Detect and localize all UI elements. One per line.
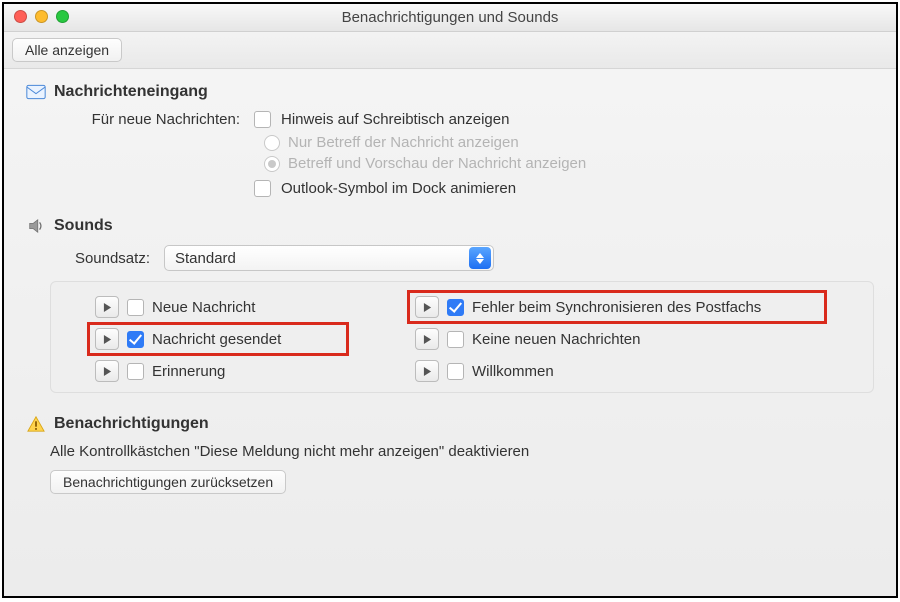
toolbar: Alle anzeigen (4, 32, 896, 69)
checkbox-desktop-notice-label: Hinweis auf Schreibtisch anzeigen (281, 111, 509, 128)
checkbox-animate-dock[interactable] (254, 180, 271, 197)
radio-subject-preview (264, 156, 280, 172)
close-icon[interactable] (14, 10, 27, 23)
window-controls (14, 10, 69, 23)
checkbox-erinnerung[interactable] (127, 363, 144, 380)
section-sounds-title: Sounds (54, 217, 113, 235)
show-all-button[interactable]: Alle anzeigen (12, 38, 122, 62)
titlebar: Benachrichtigungen und Sounds (4, 4, 896, 32)
play-button[interactable] (415, 296, 439, 318)
section-incoming-header: Nachrichteneingang (26, 83, 874, 101)
sound-label: Willkommen (472, 363, 554, 380)
checkbox-desktop-notice[interactable] (254, 111, 271, 128)
radio-subject-preview-label: Betreff und Vorschau der Nachricht anzei… (288, 155, 586, 172)
play-button[interactable] (415, 360, 439, 382)
sound-label: Fehler beim Synchronisieren des Postfach… (472, 299, 761, 316)
sound-label: Nachricht gesendet (152, 331, 281, 348)
zoom-icon[interactable] (56, 10, 69, 23)
sound-item-willkommen: Willkommen (415, 360, 835, 382)
sound-item-erinnerung: Erinnerung (95, 360, 415, 382)
row-soundset: Soundsatz: Standard (50, 245, 874, 271)
section-notifications-title: Benachrichtigungen (54, 415, 209, 433)
reset-notifications-button[interactable]: Benachrichtigungen zurücksetzen (50, 470, 286, 494)
play-button[interactable] (95, 328, 119, 350)
checkbox-keine-neuen[interactable] (447, 331, 464, 348)
for-new-label: Für neue Nachrichten: (50, 111, 240, 128)
preferences-window: Benachrichtigungen und Sounds Alle anzei… (2, 2, 898, 598)
sound-item-neue-nachricht: Neue Nachricht (95, 296, 415, 318)
sound-item-sync-error: Fehler beim Synchronisieren des Postfach… (415, 296, 835, 318)
sound-item-nachricht-gesendet: Nachricht gesendet (95, 328, 415, 350)
soundset-label: Soundsatz: (50, 250, 150, 267)
section-incoming-title: Nachrichteneingang (54, 83, 208, 101)
play-button[interactable] (95, 360, 119, 382)
soundset-select[interactable]: Standard (164, 245, 494, 271)
minimize-icon[interactable] (35, 10, 48, 23)
sound-label: Erinnerung (152, 363, 225, 380)
play-button[interactable] (415, 328, 439, 350)
sound-label: Neue Nachricht (152, 299, 255, 316)
checkbox-neue-nachricht[interactable] (127, 299, 144, 316)
row-animate-dock: Outlook-Symbol im Dock animieren (50, 180, 874, 197)
section-notifications: Benachrichtigungen Alle Kontrollkästchen… (26, 415, 874, 494)
checkbox-willkommen[interactable] (447, 363, 464, 380)
radio-row-subject-only: Nur Betreff der Nachricht anzeigen (264, 134, 874, 151)
section-sounds-header: Sounds (26, 217, 874, 235)
speaker-icon (26, 217, 46, 235)
radio-row-subject-preview: Betreff und Vorschau der Nachricht anzei… (264, 155, 874, 172)
sounds-grid: Neue Nachricht Fehler beim Synchronisier… (50, 281, 874, 393)
section-notifications-header: Benachrichtigungen (26, 415, 874, 433)
window-title: Benachrichtigungen und Sounds (4, 9, 896, 26)
row-desktop-notice: Für neue Nachrichten: Hinweis auf Schrei… (50, 111, 874, 128)
sound-label: Keine neuen Nachrichten (472, 331, 640, 348)
play-button[interactable] (95, 296, 119, 318)
radio-subject-only-label: Nur Betreff der Nachricht anzeigen (288, 134, 519, 151)
mail-icon (26, 83, 46, 101)
notifications-description: Alle Kontrollkästchen "Diese Meldung nic… (50, 443, 874, 460)
content: Nachrichteneingang Für neue Nachrichten:… (4, 69, 896, 494)
checkbox-sync-error[interactable] (447, 299, 464, 316)
checkbox-nachricht-gesendet[interactable] (127, 331, 144, 348)
checkbox-animate-dock-label: Outlook-Symbol im Dock animieren (281, 180, 516, 197)
sound-item-keine-neuen: Keine neuen Nachrichten (415, 328, 835, 350)
radio-subject-only (264, 135, 280, 151)
warning-icon (26, 415, 46, 433)
soundset-value: Standard (175, 250, 236, 267)
select-stepper-icon (469, 247, 491, 269)
